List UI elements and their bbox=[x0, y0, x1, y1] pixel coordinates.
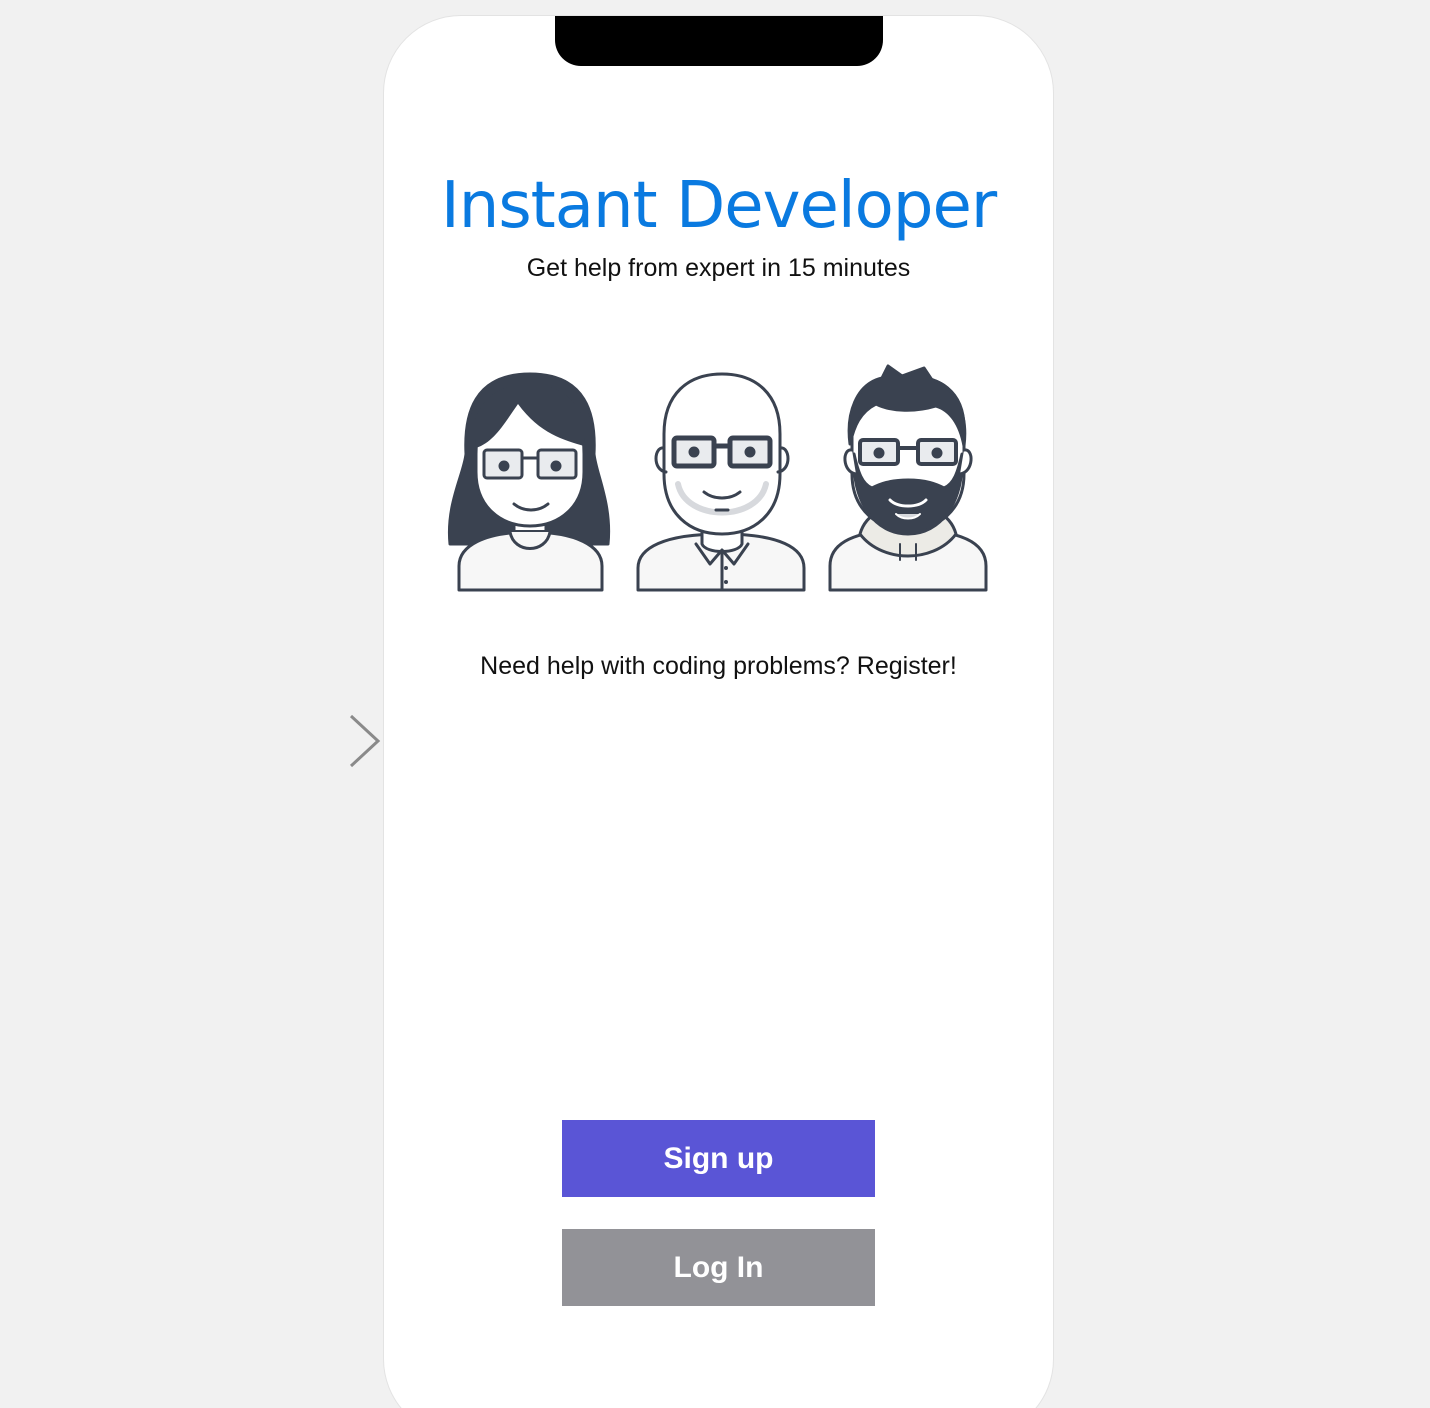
bald-developer-avatar-icon bbox=[636, 372, 806, 592]
app-subtitle: Get help from expert in 15 minutes bbox=[526, 254, 911, 282]
app-title: Instant Developer bbox=[440, 169, 997, 243]
woman-developer-avatar-icon bbox=[447, 372, 611, 592]
phone-screen: Instant Developer Get help from expert i… bbox=[383, 15, 1054, 1408]
entry-point-arrow-icon bbox=[226, 714, 381, 768]
storyboard-canvas: Instant Developer Get help from expert i… bbox=[0, 0, 1430, 1408]
sign-up-button[interactable]: Sign up bbox=[562, 1120, 875, 1197]
bearded-developer-avatar-icon bbox=[828, 364, 988, 592]
log-in-button[interactable]: Log In bbox=[562, 1229, 875, 1306]
device-notch bbox=[555, 16, 883, 66]
register-prompt: Need help with coding problems? Register… bbox=[480, 652, 957, 680]
developers-illustration bbox=[447, 364, 988, 592]
